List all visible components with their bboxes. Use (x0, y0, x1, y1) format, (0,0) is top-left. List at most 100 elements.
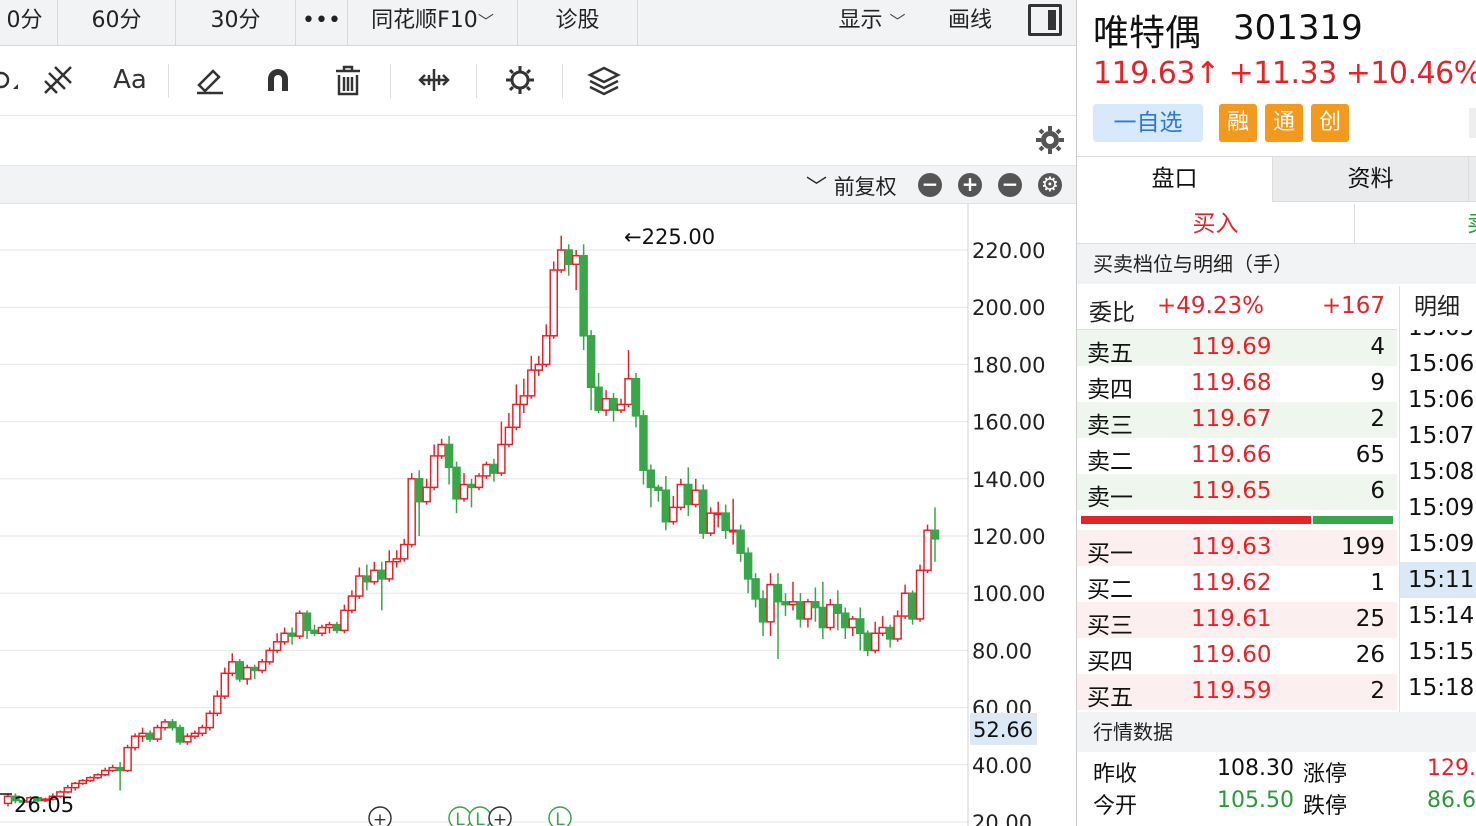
chart-gear-icon[interactable] (1030, 120, 1070, 160)
candle-body (512, 403, 521, 429)
event-marker-label: + (373, 810, 387, 826)
period-tab-5[interactable]: 诊股 (518, 0, 638, 45)
more-badge[interactable] (1469, 108, 1476, 138)
tab-profile[interactable]: 资料 (1273, 157, 1469, 202)
candle-body (624, 377, 633, 406)
candle-body (669, 506, 678, 523)
add-watchlist-button[interactable]: 一自选 (1093, 104, 1203, 142)
candlestick-chart[interactable]: 220.00 200.00 180.00 160.00 140.00 120.00 100.… (0, 204, 1076, 826)
buy-tab[interactable]: 买入 (1077, 204, 1355, 244)
panel-toggle-icon[interactable] (1028, 4, 1062, 36)
bid-level-row[interactable]: 买四 119.60 26 (1077, 638, 1397, 675)
fibonacci-tool-icon[interactable] (38, 60, 78, 100)
ask-level-row[interactable]: 卖二 119.66 65 (1077, 438, 1397, 475)
level-volume: 199 (1341, 534, 1385, 560)
level-volume: 1 (1370, 570, 1385, 596)
detail-header[interactable]: 明细 (1399, 286, 1476, 330)
zoom-in-icon[interactable]: + (958, 173, 982, 197)
tick-time[interactable]: 15:15 (1400, 634, 1476, 670)
ask-level-row[interactable]: 卖一 119.65 6 (1077, 474, 1397, 511)
tick-time[interactable]: 15:06 (1400, 346, 1476, 382)
tick-detail-list[interactable]: 15:0515:0615:0615:0715:0815:0915:0915:11… (1399, 330, 1476, 712)
sell-tab[interactable]: 卖 (1467, 204, 1476, 244)
period-tab-0[interactable]: 0分 (0, 0, 58, 45)
level-label: 买五 (1087, 685, 1133, 711)
candle-body (549, 269, 558, 337)
ask-level-row[interactable]: 卖五 119.69 4 (1077, 330, 1397, 367)
candle-body (205, 712, 215, 729)
y-tick-label: 120.00 (972, 525, 1045, 549)
bid-ask-bar (1077, 510, 1397, 530)
ask-level-row[interactable]: 卖三 119.67 2 (1077, 402, 1397, 439)
candle-body (923, 529, 932, 572)
level-volume: 26 (1355, 642, 1385, 668)
bid-level-row[interactable]: 买二 119.62 1 (1077, 566, 1397, 603)
candle-body (915, 569, 925, 620)
candle-body (444, 443, 454, 469)
tick-time[interactable]: 15:11 (1400, 562, 1476, 598)
badge-chinext[interactable]: 创 (1311, 104, 1349, 142)
period-tab-4[interactable]: 同花顺F10﹀ (348, 0, 518, 45)
range-tool-icon[interactable] (414, 60, 454, 100)
bid-level-row[interactable]: 买三 119.61 25 (1077, 602, 1397, 639)
period-tab-3[interactable]: ••• (296, 0, 348, 45)
low-price-label: 26.05 (14, 793, 74, 817)
level-label: 买三 (1087, 613, 1133, 639)
magnet-icon[interactable] (258, 60, 298, 100)
level-volume: 9 (1370, 370, 1385, 396)
tick-time[interactable]: 15:09 (1400, 526, 1476, 562)
quote-v2: 86.6 (1427, 788, 1476, 813)
toolbar-divider (168, 64, 169, 98)
tick-time[interactable]: 15:09 (1400, 490, 1476, 526)
period-tab-label: ••• (302, 8, 341, 33)
tick-time[interactable]: 15:07 (1400, 418, 1476, 454)
tab-order-book[interactable]: 盘口 (1077, 157, 1273, 202)
candle-body (437, 443, 446, 457)
tick-time[interactable]: 15:05 (1400, 330, 1476, 346)
tick-time[interactable]: 15:18 (1400, 670, 1476, 706)
eraser-icon[interactable] (190, 60, 230, 100)
trash-icon[interactable] (328, 60, 368, 100)
tick-time[interactable]: 15:06 (1400, 382, 1476, 418)
candle-body (385, 560, 394, 580)
layers-icon[interactable] (584, 60, 624, 100)
shape-tool-icon[interactable] (0, 60, 28, 100)
badge-connect[interactable]: 通 (1265, 104, 1303, 142)
tick-time[interactable]: 15:14 (1400, 598, 1476, 634)
bid-level-row[interactable]: 买五 119.59 2 (1077, 674, 1397, 711)
candle-body (616, 403, 626, 411)
level-label: 卖三 (1087, 413, 1133, 439)
tick-time[interactable]: 15:08 (1400, 454, 1476, 490)
candle-body (699, 489, 708, 534)
badge-margin[interactable]: 融 (1219, 104, 1257, 142)
candle-body (168, 721, 177, 729)
level-volume: 2 (1370, 678, 1385, 704)
display-menu[interactable]: 显示 ﹀ (822, 0, 922, 45)
candle-body (736, 529, 745, 554)
toolbar-divider (390, 64, 391, 98)
zoom-out-icon[interactable]: − (918, 173, 942, 197)
y-tick-label: 100.00 (972, 582, 1045, 606)
candle-body (556, 249, 566, 271)
period-tab-2[interactable]: 30分 (176, 0, 296, 45)
candle-body (242, 666, 252, 680)
text-tool-icon[interactable]: Aa (104, 60, 156, 100)
candle-body (818, 606, 828, 629)
draw-line-button[interactable]: 画线 (932, 0, 1008, 45)
period-tab-1[interactable]: 60分 (58, 0, 176, 45)
bid-level-row[interactable]: 买一 119.63 199 (1077, 530, 1397, 567)
ask-level-row[interactable]: 卖四 119.68 9 (1077, 366, 1397, 403)
candle-body (639, 415, 648, 471)
candle-body (63, 786, 73, 793)
indicator-gear-icon[interactable]: ⚙ (1038, 173, 1062, 197)
candle-body (198, 726, 207, 735)
candle-body (340, 609, 349, 632)
candle-body (78, 779, 88, 785)
candle-body (519, 395, 529, 406)
minimize-icon[interactable]: − (998, 173, 1022, 197)
level-price: 119.63 (1191, 534, 1272, 560)
level-volume: 2 (1370, 406, 1385, 432)
adjust-dropdown[interactable]: ﹀ 前复权 (806, 171, 897, 201)
settings-gear-icon[interactable] (500, 60, 540, 100)
y-tick-label: 160.00 (972, 411, 1045, 435)
